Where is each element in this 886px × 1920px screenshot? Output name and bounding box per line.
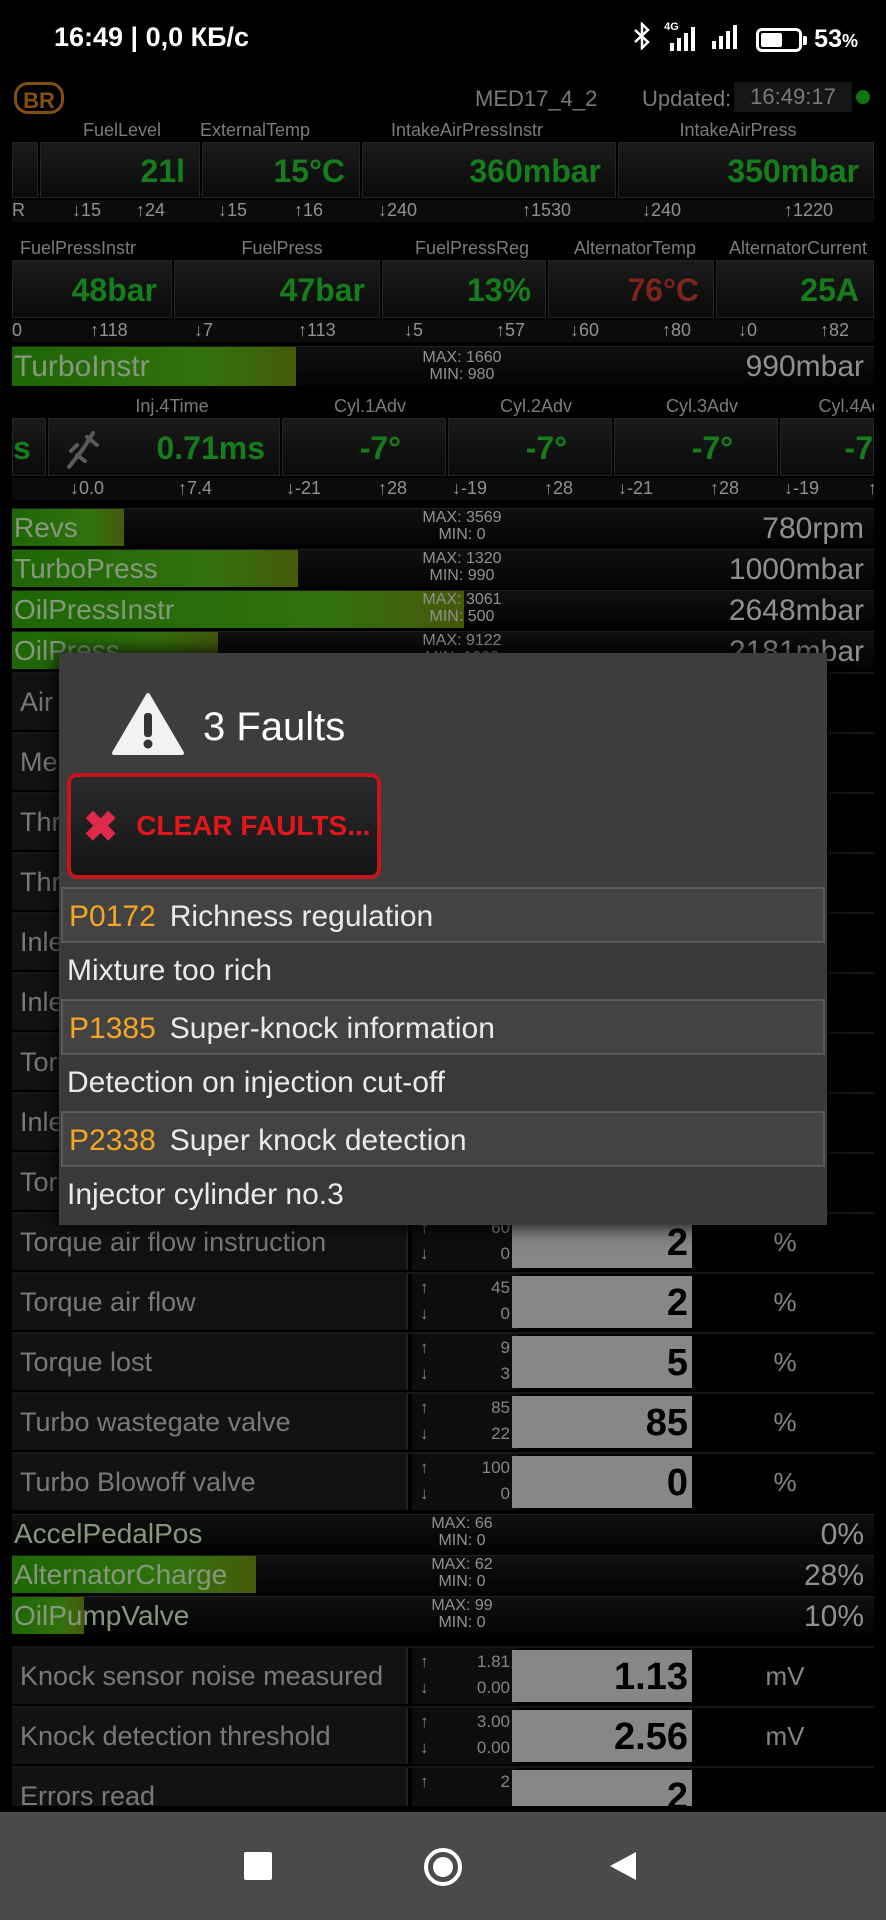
fault-detail-row: Detection on injection cut-off <box>61 1055 825 1111</box>
status-bar: 16:49 | 0,0 КБ/с 4G 53% <box>0 0 886 78</box>
close-x-icon: ✖ <box>83 802 119 850</box>
signal-4g-icon: 4G <box>664 21 698 54</box>
signal-icon <box>710 23 744 56</box>
home-button[interactable] <box>422 1846 464 1893</box>
fault-detail-row: Mixture too rich <box>61 943 825 999</box>
bluetooth-icon <box>632 20 652 57</box>
fault-detail-row: Injector cylinder no.3 <box>61 1167 825 1223</box>
status-icons: 4G 53% <box>632 20 858 57</box>
dialog-title: 3 Faults <box>203 705 346 749</box>
warning-icon <box>111 691 185 762</box>
battery-percent: 53% <box>814 25 858 53</box>
clear-faults-button[interactable]: ✖ CLEAR FAULTS... <box>67 773 381 879</box>
back-button[interactable] <box>608 1850 638 1887</box>
recents-button[interactable] <box>244 1852 272 1880</box>
battery-icon <box>756 27 808 52</box>
fault-code-row[interactable]: P2338 Super knock detection <box>61 1111 825 1167</box>
fault-code-row[interactable]: P0172 Richness regulation <box>61 887 825 943</box>
fault-code-row[interactable]: P1385 Super-knock information <box>61 999 825 1055</box>
status-time: 16:49 | 0,0 КБ/с <box>54 22 250 52</box>
clear-faults-label: CLEAR FAULTS... <box>136 810 371 841</box>
faults-dialog: 3 Faults ✖ CLEAR FAULTS... P0172 Richness… <box>59 653 827 1225</box>
navigation-bar <box>0 1812 886 1920</box>
